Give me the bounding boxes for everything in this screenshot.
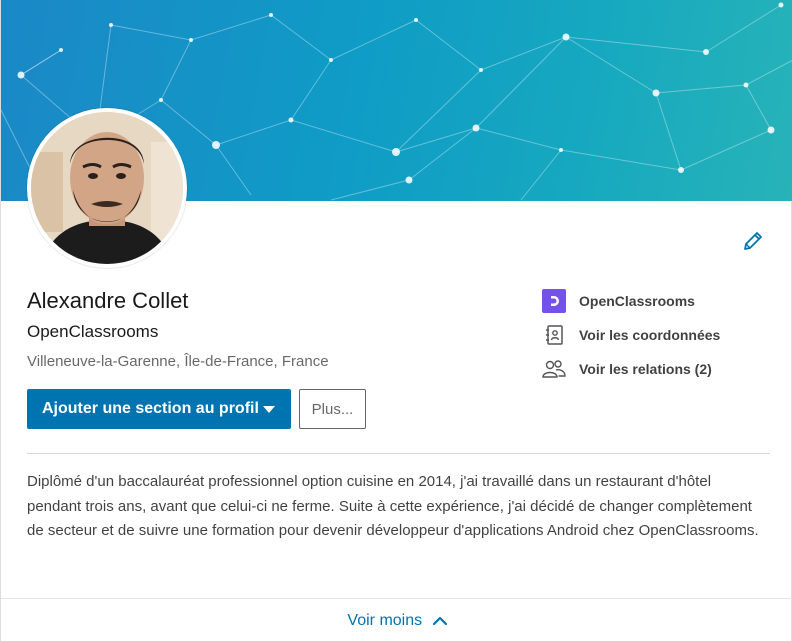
- section-divider: [27, 453, 770, 454]
- connections-label: Voir les relations (2): [579, 361, 712, 377]
- profile-card: Alexandre Collet OpenClassrooms Villeneu…: [0, 0, 792, 641]
- people-icon: [541, 356, 567, 382]
- footer-divider: [1, 598, 792, 599]
- contact-info-label: Voir les coordonnées: [579, 327, 721, 343]
- profile-summary: Diplômé d'un baccalauréat professionnel …: [27, 473, 759, 539]
- see-less-button[interactable]: Voir moins: [1, 612, 792, 630]
- contact-book-icon: [541, 322, 567, 348]
- pencil-icon: [744, 232, 762, 250]
- more-button[interactable]: Plus...: [299, 389, 366, 429]
- school-link[interactable]: OpenClassrooms: [541, 288, 695, 314]
- add-profile-section-label: Ajouter une section au profil: [42, 400, 259, 417]
- profile-location: Villeneuve-la-Garenne, Île-de-France, Fr…: [27, 353, 329, 370]
- profile-name: Alexandre Collet: [27, 288, 189, 313]
- profile-photo[interactable]: [27, 108, 187, 268]
- edit-intro-button[interactable]: [741, 229, 765, 253]
- school-link-label: OpenClassrooms: [579, 293, 695, 309]
- caret-down-icon: [263, 406, 275, 413]
- see-less-label: Voir moins: [347, 612, 423, 629]
- openclassrooms-logo-icon: [541, 288, 567, 314]
- avatar: [31, 112, 183, 264]
- chevron-up-icon: [432, 616, 447, 625]
- connections-link[interactable]: Voir les relations (2): [541, 356, 712, 382]
- profile-headline: OpenClassrooms: [27, 322, 159, 341]
- contact-info-link[interactable]: Voir les coordonnées: [541, 322, 720, 348]
- add-profile-section-button[interactable]: Ajouter une section au profil: [27, 389, 291, 429]
